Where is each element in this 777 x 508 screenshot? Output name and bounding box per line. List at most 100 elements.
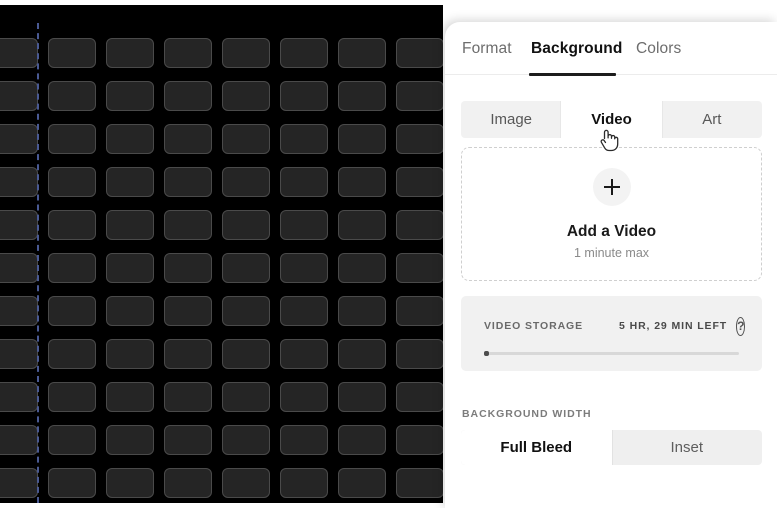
placeholder-tile[interactable] xyxy=(280,339,328,369)
placeholder-tile[interactable] xyxy=(0,382,38,412)
placeholder-tile[interactable] xyxy=(106,167,154,197)
placeholder-tile[interactable] xyxy=(222,382,270,412)
placeholder-tile[interactable] xyxy=(48,167,96,197)
segment-video[interactable]: Video xyxy=(561,101,662,138)
placeholder-tile[interactable] xyxy=(164,425,212,455)
width-option-full-bleed[interactable]: Full Bleed xyxy=(461,430,612,465)
placeholder-tile[interactable] xyxy=(0,167,38,197)
placeholder-tile[interactable] xyxy=(222,167,270,197)
placeholder-tile[interactable] xyxy=(222,339,270,369)
placeholder-tile[interactable] xyxy=(48,339,96,369)
placeholder-tile[interactable] xyxy=(338,382,386,412)
placeholder-tile[interactable] xyxy=(164,124,212,154)
placeholder-tile[interactable] xyxy=(396,382,443,412)
placeholder-tile[interactable] xyxy=(338,38,386,68)
placeholder-tile[interactable] xyxy=(396,468,443,498)
segment-image[interactable]: Image xyxy=(461,101,561,138)
placeholder-tile[interactable] xyxy=(222,296,270,326)
placeholder-tile[interactable] xyxy=(396,253,443,283)
segment-art[interactable]: Art xyxy=(662,101,762,138)
placeholder-tile[interactable] xyxy=(338,468,386,498)
placeholder-tile[interactable] xyxy=(222,124,270,154)
placeholder-tile[interactable] xyxy=(396,81,443,111)
placeholder-tile[interactable] xyxy=(106,210,154,240)
placeholder-tile[interactable] xyxy=(396,167,443,197)
placeholder-tile[interactable] xyxy=(164,210,212,240)
placeholder-tile[interactable] xyxy=(222,210,270,240)
placeholder-tile[interactable] xyxy=(338,81,386,111)
plus-icon[interactable] xyxy=(592,168,631,206)
tab-background[interactable]: Background xyxy=(531,40,622,58)
placeholder-tile[interactable] xyxy=(222,425,270,455)
placeholder-tile[interactable] xyxy=(280,468,328,498)
placeholder-tile[interactable] xyxy=(396,339,443,369)
placeholder-tile[interactable] xyxy=(48,296,96,326)
placeholder-tile[interactable] xyxy=(164,253,212,283)
placeholder-tile[interactable] xyxy=(164,81,212,111)
placeholder-tile[interactable] xyxy=(338,167,386,197)
placeholder-tile[interactable] xyxy=(106,124,154,154)
placeholder-tile[interactable] xyxy=(280,167,328,197)
placeholder-tile[interactable] xyxy=(48,81,96,111)
placeholder-tile[interactable] xyxy=(280,253,328,283)
placeholder-tile[interactable] xyxy=(338,296,386,326)
placeholder-tile[interactable] xyxy=(280,38,328,68)
add-video-dropzone[interactable]: Add a Video 1 minute max xyxy=(461,147,762,281)
placeholder-tile[interactable] xyxy=(0,124,38,154)
placeholder-tile[interactable] xyxy=(222,38,270,68)
question-mark-circle-icon[interactable]: ? xyxy=(736,316,746,336)
placeholder-tile[interactable] xyxy=(338,425,386,455)
placeholder-tile[interactable] xyxy=(338,210,386,240)
placeholder-tile[interactable] xyxy=(0,296,38,326)
placeholder-tile[interactable] xyxy=(0,81,38,111)
placeholder-tile[interactable] xyxy=(48,425,96,455)
placeholder-tile[interactable] xyxy=(280,296,328,326)
placeholder-tile[interactable] xyxy=(396,124,443,154)
media-type-segmented-control[interactable]: Image Video Art xyxy=(461,101,762,138)
background-width-toggle[interactable]: Full Bleed Inset xyxy=(461,430,762,465)
placeholder-tile[interactable] xyxy=(396,38,443,68)
placeholder-tile[interactable] xyxy=(48,253,96,283)
placeholder-tile[interactable] xyxy=(48,210,96,240)
placeholder-tile[interactable] xyxy=(164,167,212,197)
placeholder-tile[interactable] xyxy=(0,468,38,498)
placeholder-tile[interactable] xyxy=(280,425,328,455)
placeholder-tile[interactable] xyxy=(164,468,212,498)
placeholder-tile[interactable] xyxy=(106,38,154,68)
placeholder-tile[interactable] xyxy=(280,124,328,154)
placeholder-tile[interactable] xyxy=(48,38,96,68)
placeholder-tile[interactable] xyxy=(396,210,443,240)
placeholder-tile[interactable] xyxy=(164,339,212,369)
placeholder-tile[interactable] xyxy=(48,468,96,498)
placeholder-tile[interactable] xyxy=(0,210,38,240)
placeholder-tile[interactable] xyxy=(338,253,386,283)
placeholder-tile[interactable] xyxy=(106,339,154,369)
placeholder-tile[interactable] xyxy=(0,38,38,68)
placeholder-tile[interactable] xyxy=(338,339,386,369)
tab-format[interactable]: Format xyxy=(462,40,512,58)
placeholder-tile[interactable] xyxy=(396,425,443,455)
placeholder-tile[interactable] xyxy=(106,425,154,455)
placeholder-tile[interactable] xyxy=(164,296,212,326)
placeholder-tile[interactable] xyxy=(106,253,154,283)
placeholder-tile[interactable] xyxy=(396,296,443,326)
placeholder-tile[interactable] xyxy=(0,253,38,283)
width-option-inset[interactable]: Inset xyxy=(612,430,763,465)
placeholder-tile[interactable] xyxy=(106,382,154,412)
placeholder-tile[interactable] xyxy=(338,124,386,154)
placeholder-tile[interactable] xyxy=(164,382,212,412)
placeholder-tile[interactable] xyxy=(48,382,96,412)
placeholder-tile[interactable] xyxy=(280,382,328,412)
tab-colors[interactable]: Colors xyxy=(636,40,681,58)
placeholder-tile[interactable] xyxy=(222,468,270,498)
placeholder-tile[interactable] xyxy=(280,210,328,240)
placeholder-tile[interactable] xyxy=(0,339,38,369)
placeholder-tile[interactable] xyxy=(222,81,270,111)
design-canvas[interactable] xyxy=(0,5,443,503)
placeholder-tile[interactable] xyxy=(106,81,154,111)
placeholder-tile[interactable] xyxy=(280,81,328,111)
placeholder-tile[interactable] xyxy=(222,253,270,283)
placeholder-tile[interactable] xyxy=(48,124,96,154)
placeholder-tile[interactable] xyxy=(0,425,38,455)
placeholder-tile[interactable] xyxy=(106,468,154,498)
